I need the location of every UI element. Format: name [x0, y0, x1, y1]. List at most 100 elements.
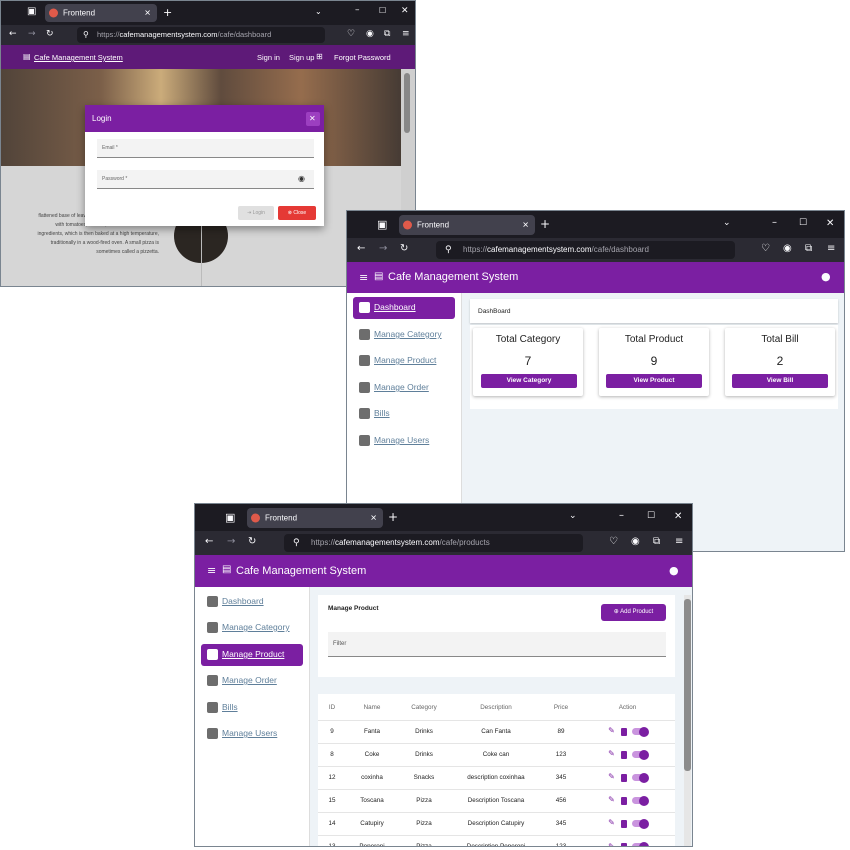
delete-icon[interactable]: [620, 796, 627, 805]
scrollbar-thumb[interactable]: [684, 599, 691, 771]
sidebar-item-manage-order[interactable]: Manage Order: [201, 670, 303, 692]
sidebar-item-manage-product[interactable]: Manage Product: [201, 644, 303, 666]
menu-icon[interactable]: ≡: [675, 537, 683, 547]
signup-link[interactable]: Sign up: [289, 53, 314, 62]
status-toggle[interactable]: [631, 795, 649, 806]
pocket-icon[interactable]: ♡: [347, 30, 355, 39]
maximize-icon[interactable]: ☐: [647, 512, 655, 521]
back-icon[interactable]: ←: [357, 244, 365, 254]
browser-tab[interactable]: Frontend ✕: [45, 4, 157, 22]
edit-icon[interactable]: ✎: [608, 750, 616, 758]
email-field[interactable]: Email *: [97, 139, 314, 158]
menu-icon[interactable]: ≡: [402, 30, 410, 39]
forgot-password-link[interactable]: Forgot Password: [334, 53, 391, 62]
new-tab-icon[interactable]: +: [540, 218, 550, 230]
tab-overview-icon[interactable]: ▣: [377, 219, 387, 230]
sidebar-item-manage-users[interactable]: Manage Users: [353, 430, 455, 452]
reload-icon[interactable]: ↻: [248, 537, 256, 547]
tab-list-chevron-icon[interactable]: ⌄: [315, 8, 322, 16]
window-close-icon[interactable]: ✕: [674, 512, 682, 522]
extensions-icon[interactable]: ⧉: [653, 537, 660, 547]
status-toggle[interactable]: [631, 818, 649, 829]
browser-tab[interactable]: Frontend ✕: [247, 508, 383, 528]
maximize-icon[interactable]: ☐: [379, 7, 386, 15]
sidebar-item-manage-category[interactable]: Manage Category: [353, 324, 455, 346]
password-field[interactable]: Password * ◉: [97, 170, 314, 189]
address-bar[interactable]: ⚲ https://cafemanagementsystem.com/cafe/p…: [284, 534, 583, 552]
new-tab-icon[interactable]: +: [388, 511, 398, 523]
tab-close-icon[interactable]: ✕: [522, 221, 529, 230]
delete-icon[interactable]: [620, 727, 627, 736]
address-bar[interactable]: ⚲ https://cafemanagementsystem.com/cafe/d…: [77, 27, 325, 43]
sidebar-item-dashboard[interactable]: Dashboard: [201, 591, 303, 613]
tab-overview-icon[interactable]: ▣: [225, 512, 235, 523]
add-product-button[interactable]: ⊕ Add Product: [601, 604, 666, 621]
tab-list-chevron-icon[interactable]: ⌄: [723, 219, 731, 228]
status-toggle[interactable]: [631, 726, 649, 737]
account-icon[interactable]: ◉: [783, 244, 792, 254]
forward-icon[interactable]: →: [28, 30, 36, 39]
app-title-link[interactable]: Cafe Management System: [34, 53, 123, 62]
filter-input[interactable]: Filter: [328, 632, 666, 657]
edit-icon[interactable]: ✎: [608, 819, 616, 827]
status-toggle[interactable]: [631, 841, 649, 846]
tab-close-icon[interactable]: ✕: [144, 9, 151, 18]
close-button[interactable]: ⊗ Close: [278, 206, 316, 220]
minimize-icon[interactable]: –: [772, 218, 777, 228]
address-bar[interactable]: ⚲ https://cafemanagementsystem.com/cafe/d…: [436, 241, 735, 259]
dialog-close-button[interactable]: ✕: [306, 112, 320, 126]
login-button[interactable]: ⇥ Login: [238, 206, 274, 220]
sidebar-item-manage-category[interactable]: Manage Category: [201, 617, 303, 639]
tab-list-chevron-icon[interactable]: ⌄: [569, 512, 577, 521]
pocket-icon[interactable]: ♡: [761, 244, 770, 254]
tab-overview-icon[interactable]: ▣: [27, 7, 36, 17]
menu-toggle-icon[interactable]: ≡: [359, 272, 368, 283]
account-circle-icon[interactable]: ●: [821, 271, 831, 282]
edit-icon[interactable]: ✎: [608, 796, 616, 804]
status-toggle[interactable]: [631, 749, 649, 760]
back-icon[interactable]: ←: [205, 537, 213, 547]
sidebar-item-manage-product[interactable]: Manage Product: [353, 350, 455, 372]
delete-icon[interactable]: [620, 750, 627, 759]
browser-tab[interactable]: Frontend ✕: [399, 215, 535, 235]
account-icon[interactable]: ◉: [631, 537, 640, 547]
maximize-icon[interactable]: ☐: [799, 219, 807, 228]
account-icon[interactable]: ◉: [366, 30, 374, 39]
menu-toggle-icon[interactable]: ≡: [207, 565, 216, 576]
delete-icon[interactable]: [620, 773, 627, 782]
scrollbar-track[interactable]: [684, 595, 691, 846]
status-toggle[interactable]: [631, 772, 649, 783]
minimize-icon[interactable]: –: [355, 6, 360, 15]
reload-icon[interactable]: ↻: [46, 30, 54, 39]
scrollbar-thumb[interactable]: [404, 73, 410, 133]
extensions-icon[interactable]: ⧉: [805, 244, 812, 254]
window-close-icon[interactable]: ✕: [401, 7, 409, 16]
extensions-icon[interactable]: ⧉: [384, 30, 390, 39]
visibility-off-icon[interactable]: ◉: [298, 175, 305, 183]
tab-close-icon[interactable]: ✕: [370, 514, 377, 523]
forward-icon[interactable]: →: [227, 537, 235, 547]
delete-icon[interactable]: [620, 819, 627, 828]
back-icon[interactable]: ←: [9, 30, 17, 39]
new-tab-icon[interactable]: +: [163, 7, 172, 18]
forward-icon[interactable]: →: [379, 244, 387, 254]
sidebar-item-bills[interactable]: Bills: [201, 697, 303, 719]
sidebar-item-manage-order[interactable]: Manage Order: [353, 377, 455, 399]
edit-icon[interactable]: ✎: [608, 727, 616, 735]
delete-icon[interactable]: [620, 842, 627, 846]
view-product-button[interactable]: View Product: [606, 374, 702, 388]
view-category-button[interactable]: View Category: [481, 374, 577, 388]
menu-icon[interactable]: ≡: [827, 244, 835, 254]
signin-link[interactable]: Sign in: [257, 53, 280, 62]
window-close-icon[interactable]: ✕: [826, 219, 834, 229]
view-bill-button[interactable]: View Bill: [732, 374, 828, 388]
edit-icon[interactable]: ✎: [608, 773, 616, 781]
sidebar-item-dashboard[interactable]: Dashboard: [353, 297, 455, 319]
sidebar-item-manage-users[interactable]: Manage Users: [201, 723, 303, 745]
sidebar-item-bills[interactable]: Bills: [353, 403, 455, 425]
pocket-icon[interactable]: ♡: [609, 537, 618, 547]
account-circle-icon[interactable]: ●: [669, 565, 679, 576]
reload-icon[interactable]: ↻: [400, 244, 408, 254]
edit-icon[interactable]: ✎: [608, 842, 616, 846]
minimize-icon[interactable]: –: [619, 511, 624, 521]
